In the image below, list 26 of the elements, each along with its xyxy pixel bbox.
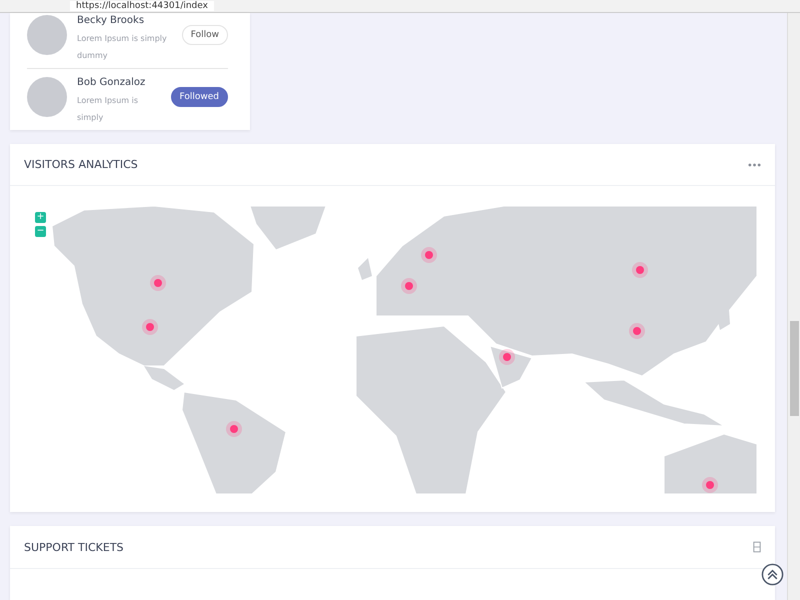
address-bar[interactable]: https://localhost:44301/index	[0, 0, 800, 13]
location-pin-icon	[702, 477, 718, 493]
more-icon[interactable]	[748, 162, 761, 166]
person-description: Lorem Ipsum is simply	[77, 95, 139, 124]
location-pin-icon	[629, 323, 645, 339]
location-pin-icon	[421, 247, 437, 263]
ticket-icon[interactable]	[753, 541, 761, 553]
person-description: Lorem Ipsum is simply dummy	[77, 33, 168, 62]
scroll-to-top-icon[interactable]	[761, 563, 784, 586]
card-title: SUPPORT TICKETS	[24, 540, 124, 554]
location-pin-icon	[499, 349, 515, 365]
island-drawing	[358, 258, 372, 280]
person-name: Bob Gonzaloz	[77, 77, 146, 88]
card-title: VISITORS ANALYTICS	[24, 158, 138, 171]
location-pin-icon	[142, 319, 158, 335]
location-pin-icon	[632, 262, 648, 278]
location-pin-icon	[401, 278, 417, 294]
location-pin-icon	[226, 421, 242, 437]
follow-button[interactable]: Followed	[170, 87, 228, 107]
url-text: https://localhost:44301/index	[70, 1, 214, 11]
avatar-placeholder	[27, 15, 67, 55]
avatar-placeholder	[27, 77, 67, 117]
follow-button[interactable]: Follow	[182, 25, 228, 45]
scrollbar[interactable]	[787, 13, 800, 600]
location-pin-icon	[150, 275, 166, 291]
person-name: Becky Brooks	[77, 15, 146, 26]
